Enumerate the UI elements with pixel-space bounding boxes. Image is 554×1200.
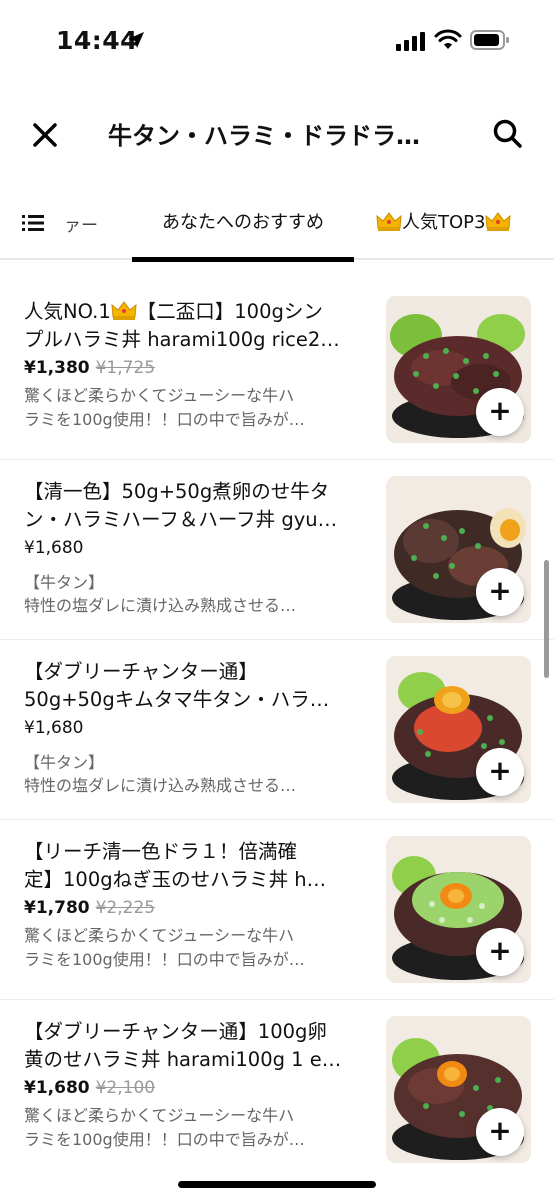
menu-item[interactable]: 【ダブリーチャンター通】 50g+50gキムタマ牛タン・ハラ… ¥1,680 【…	[0, 640, 554, 820]
add-button[interactable]: +	[476, 1108, 524, 1156]
item-tag: 【牛タン】	[24, 573, 105, 592]
price-row: ¥1,680	[24, 538, 83, 558]
item-description-text: 特性の塩ダレに漬け込み熟成させる…	[24, 596, 297, 615]
item-description-text: 驚くほど柔らかくてジューシーな牛ハ	[24, 386, 295, 405]
menu-item[interactable]: 【ダブリーチャンター通】100g卵 黄のせハラミ丼 harami100g 1 e…	[0, 1000, 554, 1180]
item-original-price: ¥2,225	[95, 898, 156, 918]
item-original-price: ¥1,725	[95, 358, 156, 378]
menu-item[interactable]: 【清一色】50g+50g煮卵のせ牛タ ン・ハラミハーフ＆ハーフ丼 gyu… ¥1…	[0, 460, 554, 640]
item-title-text: 【清一色】50g+50g煮卵のせ牛タ	[24, 480, 330, 503]
list-icon	[22, 215, 44, 231]
price-row: ¥1,680 ¥2,100	[24, 1078, 155, 1098]
item-title: 【リーチ清一色ドラ１！倍満確 定】100gねぎ玉のせハラミ丼 h…	[24, 838, 372, 894]
home-indicator[interactable]	[178, 1181, 376, 1188]
item-price: ¥1,680	[24, 718, 84, 738]
search-icon[interactable]	[490, 116, 526, 152]
crown-icon	[376, 212, 402, 231]
tab-menu-label: ァー	[64, 215, 98, 236]
item-price: ¥1,380	[24, 358, 90, 378]
add-button[interactable]: +	[476, 928, 524, 976]
tab-top3[interactable]: 人気TOP3	[376, 206, 512, 236]
item-title-text: 人気NO.1	[24, 300, 111, 323]
item-original-price: ¥2,100	[95, 1078, 156, 1098]
item-title: 人気NO.1 【二盃口】100gシン プルハラミ丼 harami100g rice…	[24, 298, 372, 354]
price-row: ¥1,380 ¥1,725	[24, 358, 155, 378]
add-button[interactable]: +	[476, 388, 524, 436]
add-button[interactable]: +	[476, 748, 524, 796]
item-description: 特性の塩ダレに漬け込み熟成させる…	[24, 594, 374, 618]
item-title-text: 50g+50gキムタマ牛タン・ハラ…	[24, 688, 330, 711]
scrollbar[interactable]	[544, 560, 549, 678]
item-tag: 【牛タン】	[24, 753, 105, 772]
item-description-text: 驚くほど柔らかくてジューシーな牛ハ	[24, 1106, 295, 1125]
item-description: 特性の塩ダレに漬け込み熟成させる…	[24, 774, 374, 798]
header: 牛タン・ハラミ・ドラドラ…	[0, 100, 554, 172]
item-price: ¥1,680	[24, 1078, 90, 1098]
battery-icon	[470, 30, 509, 50]
item-description-text: ラミを100g使用！！口の中で旨みが…	[24, 950, 305, 969]
item-description: 驚くほど柔らかくてジューシーな牛ハ ラミを100g使用！！口の中で旨みが…	[24, 384, 374, 432]
menu-item-list: 人気NO.1 【二盃口】100gシン プルハラミ丼 harami100g rice…	[0, 280, 554, 1180]
item-title-text: 【二盃口】100gシン	[136, 300, 323, 323]
close-icon[interactable]	[28, 118, 62, 152]
item-title-text: 【ダブリーチャンター通】100g卵	[24, 1020, 327, 1043]
page-title: 牛タン・ハラミ・ドラドラ…	[108, 122, 420, 150]
item-description-text: 特性の塩ダレに漬け込み熟成させる…	[24, 776, 297, 795]
item-title: 【ダブリーチャンター通】100g卵 黄のせハラミ丼 harami100g 1 e…	[24, 1018, 372, 1074]
item-description: 驚くほど柔らかくてジューシーな牛ハ ラミを100g使用！！口の中で旨みが…	[24, 1104, 374, 1152]
tab-recommended-label: あなたへのおすすめ	[162, 212, 324, 233]
wifi-icon	[434, 29, 462, 49]
price-row: ¥1,680	[24, 718, 83, 738]
item-title-text: 定】100gねぎ玉のせハラミ丼 h…	[24, 868, 327, 891]
cellular-signal-icon	[396, 32, 425, 51]
item-title: 【清一色】50g+50g煮卵のせ牛タ ン・ハラミハーフ＆ハーフ丼 gyu…	[24, 478, 372, 534]
item-price: ¥1,780	[24, 898, 90, 918]
item-description-text: ラミを100g使用！！口の中で旨みが…	[24, 410, 305, 429]
status-bar: 14:44	[0, 0, 554, 84]
active-tab-indicator	[132, 257, 354, 262]
item-title: 【ダブリーチャンター通】 50g+50gキムタマ牛タン・ハラ…	[24, 658, 372, 714]
item-description-text: ラミを100g使用！！口の中で旨みが…	[24, 1130, 305, 1149]
menu-item[interactable]: 【リーチ清一色ドラ１！倍満確 定】100gねぎ玉のせハラミ丼 h… ¥1,780…	[0, 820, 554, 1000]
item-price: ¥1,680	[24, 538, 84, 558]
tab-recommended[interactable]: あなたへのおすすめ	[132, 204, 354, 262]
crown-icon	[485, 212, 512, 231]
item-description-text: 驚くほど柔らかくてジューシーな牛ハ	[24, 926, 295, 945]
item-title-text: ン・ハラミハーフ＆ハーフ丼 gyu…	[24, 508, 338, 531]
item-description: 驚くほど柔らかくてジューシーな牛ハ ラミを100g使用！！口の中で旨みが…	[24, 924, 374, 972]
price-row: ¥1,780 ¥2,225	[24, 898, 155, 918]
item-title-text: 【ダブリーチャンター通】	[24, 660, 258, 683]
category-tabs: ァー あなたへのおすすめ 人気TOP3	[0, 188, 554, 262]
item-title-text: 【リーチ清一色ドラ１！倍満確	[24, 840, 298, 863]
item-title-text: 黄のせハラミ丼 harami100g 1 e…	[24, 1048, 342, 1071]
item-title-text: プルハラミ丼 harami100g rice2…	[24, 328, 340, 351]
tab-menu[interactable]: ァー	[22, 208, 98, 238]
location-arrow-icon	[128, 32, 144, 48]
crown-icon	[111, 301, 137, 320]
add-button[interactable]: +	[476, 568, 524, 616]
menu-item[interactable]: 人気NO.1 【二盃口】100gシン プルハラミ丼 harami100g rice…	[0, 280, 554, 460]
tab-top3-label: 人気TOP3	[402, 212, 486, 233]
